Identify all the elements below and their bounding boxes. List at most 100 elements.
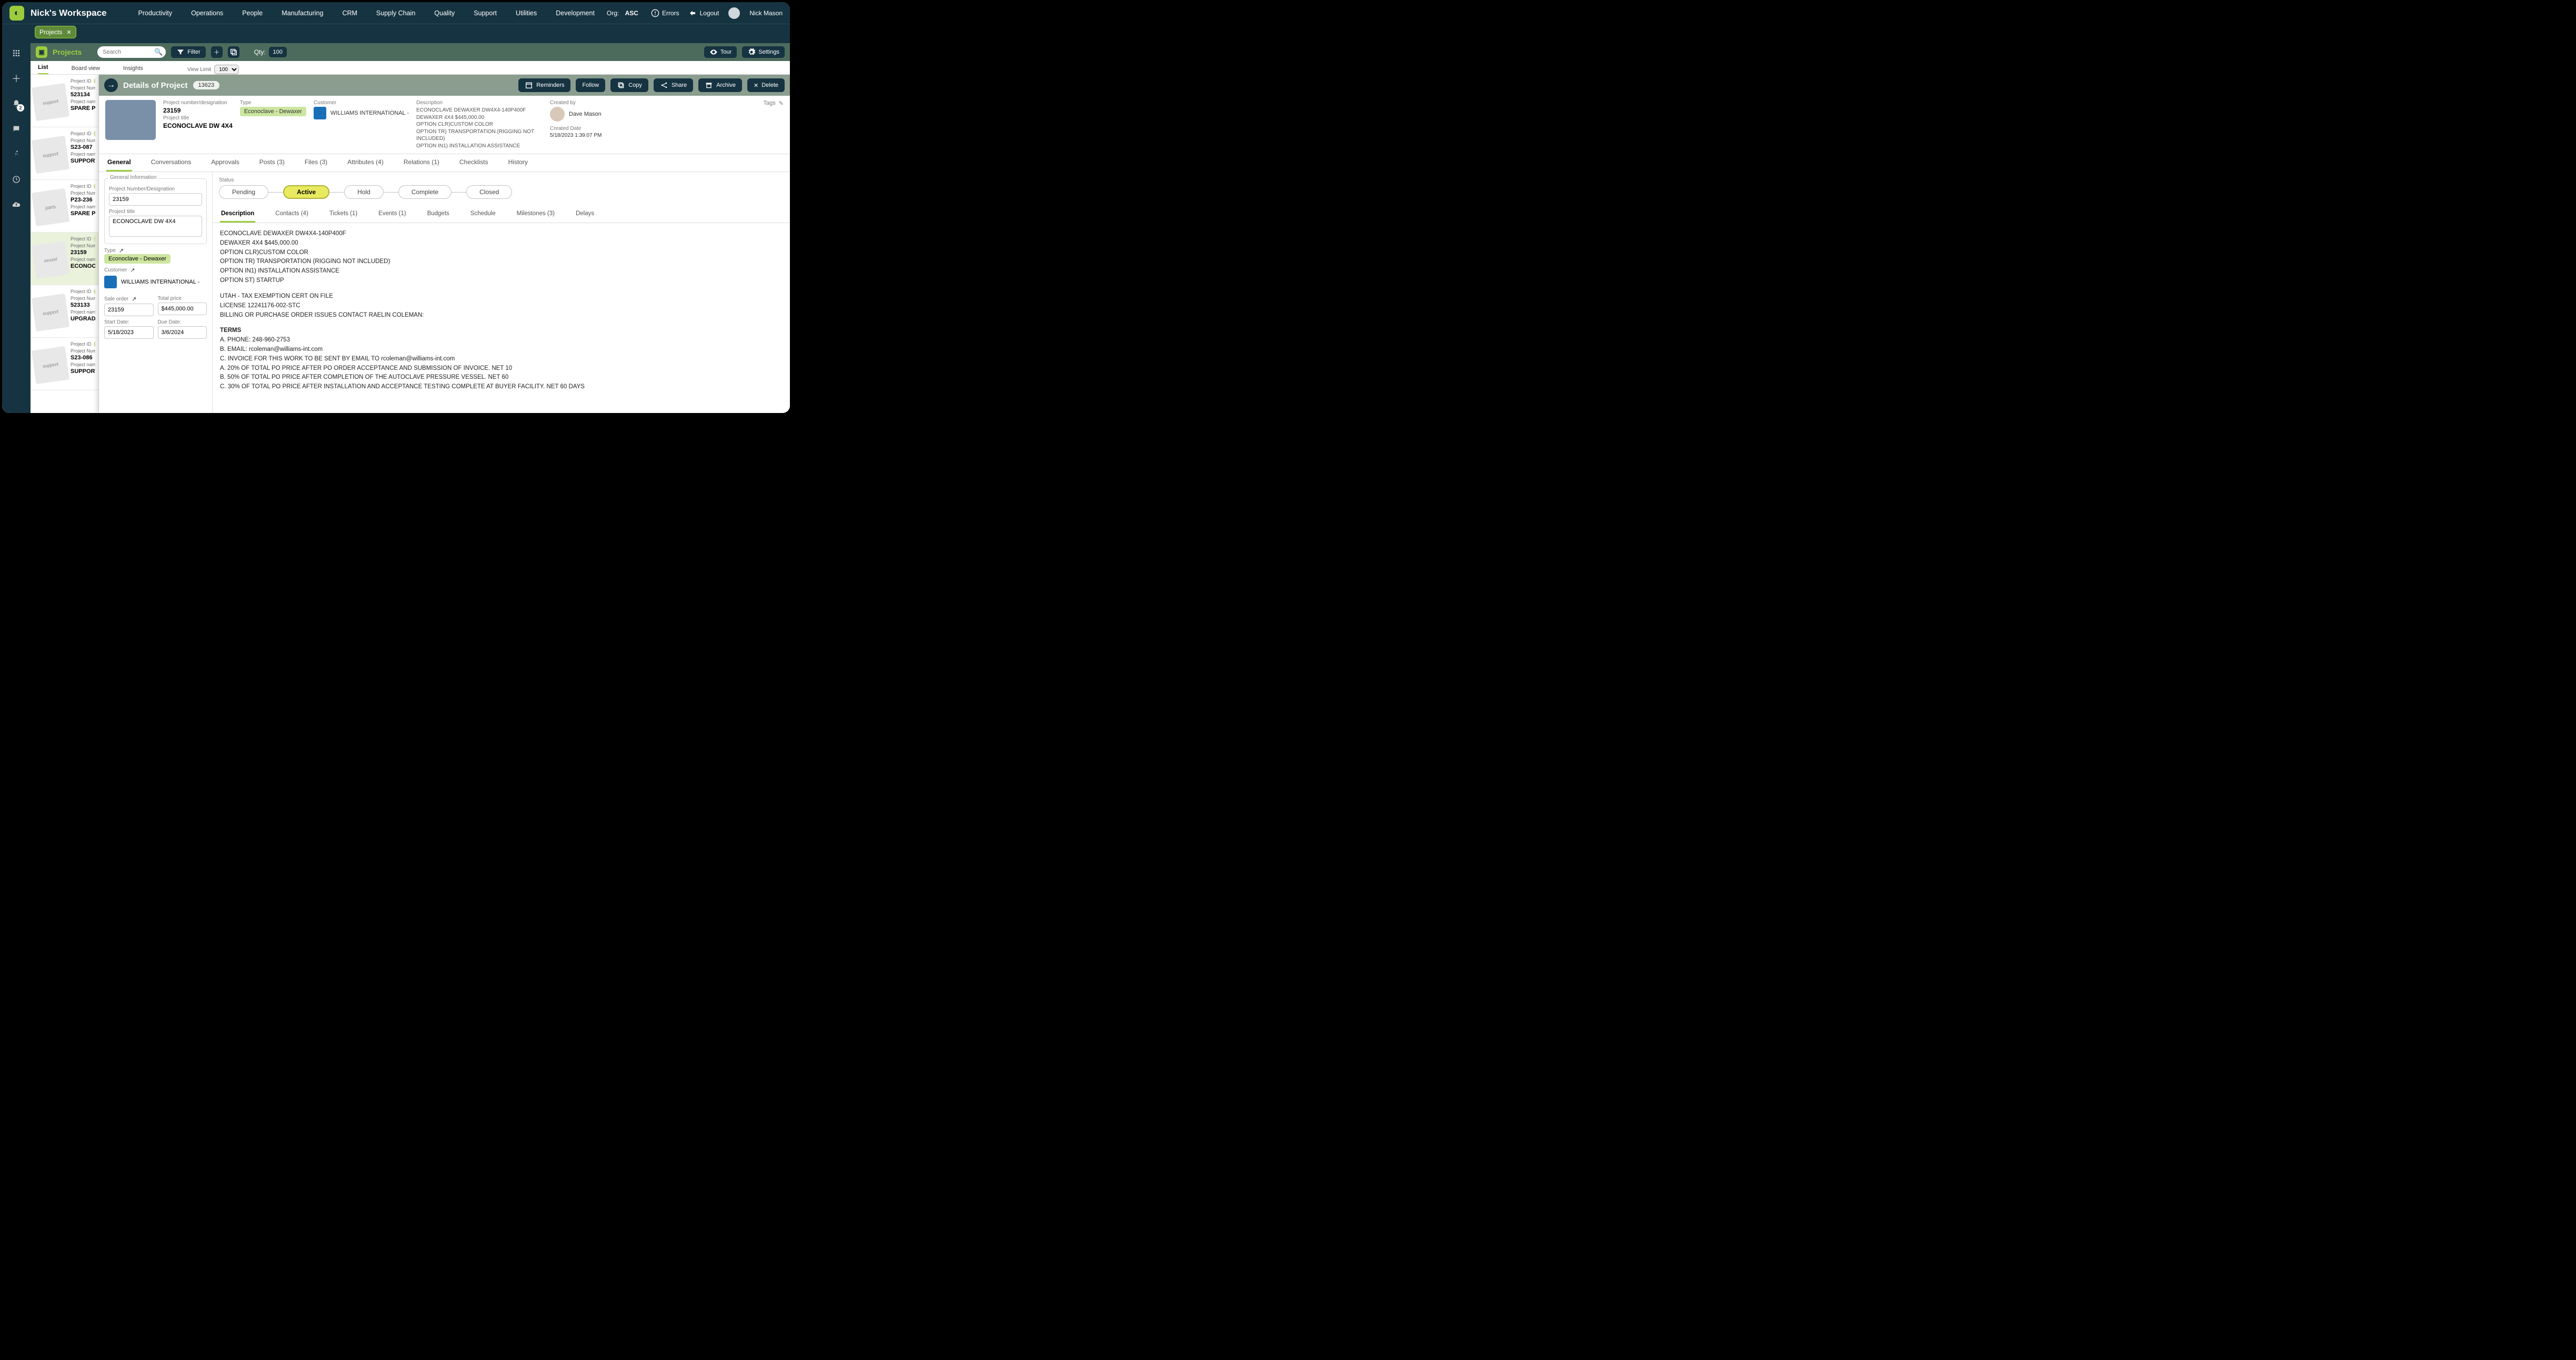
nav-productivity[interactable]: Productivity [138,9,173,17]
archive-icon [705,81,713,89]
run-icon[interactable] [11,148,22,160]
subtab-milestones[interactable]: Milestones (3) [516,206,556,223]
tab-approvals[interactable]: Approvals [210,154,240,172]
form-pn-input[interactable] [109,193,202,206]
tour-button[interactable]: Tour [704,46,737,58]
description-box: ECONOCLAVE DEWAXER DW4X4-140P400FDEWAXER… [213,223,790,405]
nav-manufacturing[interactable]: Manufacturing [282,9,323,17]
form-so-input[interactable] [104,304,154,316]
nav-support[interactable]: Support [474,9,497,17]
breadcrumb-chip[interactable]: Projects✕ [35,26,76,38]
form-dd-label: Due Date: [158,319,207,325]
list-item[interactable]: supportProject ID13617Project Num523133P… [31,285,98,338]
list-item[interactable]: partsProject ID13630Project NumP23-236Pr… [31,180,98,233]
form-legend: General Information [108,175,158,180]
nav-people[interactable]: People [242,9,263,17]
tab-insights[interactable]: Insights [123,65,143,74]
filter-button[interactable]: Filter [171,46,205,58]
share-button[interactable]: Share [654,78,693,92]
tab-list[interactable]: List [38,64,48,74]
form-sd-input[interactable] [104,326,154,339]
tab-board[interactable]: Board view [72,65,100,74]
app-logo: ◐ [9,6,24,21]
edit-so-icon[interactable]: ↗ [132,296,136,303]
nav-development[interactable]: Development [556,9,595,17]
tab-attributes[interactable]: Attributes (4) [346,154,385,172]
subtab-events[interactable]: Events (1) [377,206,407,223]
delete-button[interactable]: ✕Delete [747,78,785,92]
reminders-button[interactable]: Reminders [518,78,570,92]
nav-operations[interactable]: Operations [191,9,223,17]
qty-input[interactable] [269,47,287,57]
copy-action-button[interactable]: Copy [610,78,648,92]
nav-utilities[interactable]: Utilities [516,9,537,17]
detail-panel: → Details of Project 13623 Reminders Fol… [99,75,790,413]
settings-button[interactable]: Settings [742,46,785,58]
form-cust-value: WILLIAMS INTERNATIONAL - [121,279,199,285]
tab-conversations[interactable]: Conversations [150,154,193,172]
left-rail: ＋ 2 [2,43,31,413]
top-nav: Productivity Operations People Manufacturin… [138,9,607,17]
nav-supply-chain[interactable]: Supply Chain [376,9,415,17]
eye-icon [709,48,718,56]
tab-files[interactable]: Files (3) [304,154,328,172]
archive-button[interactable]: Archive [698,78,742,92]
subtab-budgets[interactable]: Budgets [426,206,450,223]
back-button[interactable]: → [104,78,118,92]
add-icon[interactable]: ＋ [11,73,22,84]
subtab-delays[interactable]: Delays [575,206,595,223]
tab-posts[interactable]: Posts (3) [258,154,286,172]
form-sd-label: Start Date: [104,319,154,325]
list-item[interactable]: supportProject ID13621Project NumS23-086… [31,338,98,390]
gear-icon [747,48,756,56]
qty-label: Qty: [254,48,266,56]
bell-icon[interactable]: 2 [11,98,22,109]
copy-button[interactable] [228,46,239,58]
apps-icon[interactable] [11,47,22,59]
chat-icon[interactable] [11,123,22,135]
clock-icon[interactable] [11,174,22,185]
add-button[interactable]: ＋ [211,46,223,58]
tab-general[interactable]: General [106,154,132,172]
form-tp-input[interactable] [158,303,207,315]
edit-tags-icon[interactable]: ✎ [779,100,784,107]
follow-button[interactable]: Follow [576,78,605,92]
tab-history[interactable]: History [507,154,529,172]
tab-relations[interactable]: Relations (1) [403,154,440,172]
subtab-contacts[interactable]: Contacts (4) [274,206,309,223]
upload-icon[interactable] [11,199,22,210]
logout-link[interactable]: Logout [689,9,719,17]
form-pt-input[interactable]: ECONOCLAVE DW 4X4 [109,216,202,237]
subtab-schedule[interactable]: Schedule [469,206,497,223]
list-item[interactable]: supportProject ID13633Project NumS23-087… [31,127,98,180]
list-item[interactable]: supportProject ID13624Project Num523134P… [31,75,98,127]
close-icon[interactable]: ✕ [66,29,71,36]
alert-icon [651,9,659,17]
user-avatar[interactable] [728,7,740,19]
status-pill-hold[interactable]: Hold [344,185,384,199]
list-item[interactable]: vesselProject ID13623Project Num23159Pro… [31,233,98,285]
search-icon[interactable]: 🔍 [154,48,163,56]
subtab-tickets[interactable]: Tickets (1) [328,206,358,223]
module-toolbar: ▣ Projects 🔍 Filter ＋ Qty: Tour Settings [31,43,790,61]
subtab-description[interactable]: Description [220,206,255,223]
type-label: Type [240,100,306,106]
user-name: Nick Mason [749,9,783,17]
tab-checklists[interactable]: Checklists [458,154,489,172]
breadcrumb-bar: Projects✕ [2,24,790,43]
detail-id-chip: 13623 [193,81,220,89]
view-limit-select[interactable]: 100 [214,65,239,74]
nav-quality[interactable]: Quality [434,9,455,17]
status-pill-complete[interactable]: Complete [398,185,452,199]
form-so-label: Sale order [104,296,128,302]
nav-crm[interactable]: CRM [342,9,357,17]
status-pill-active[interactable]: Active [283,185,329,199]
status-pill-pending[interactable]: Pending [219,185,268,199]
edit-cust-icon[interactable]: ↗ [130,267,135,274]
edit-type-icon[interactable]: ↗ [119,247,124,254]
status-pill-closed[interactable]: Closed [466,185,512,199]
form-dd-input[interactable] [158,326,207,339]
errors-link[interactable]: Errors [651,9,679,17]
cust-value: WILLIAMS INTERNATIONAL - [330,110,409,116]
createddate-value: 5/18/2023 1:39:07 PM [550,133,602,138]
